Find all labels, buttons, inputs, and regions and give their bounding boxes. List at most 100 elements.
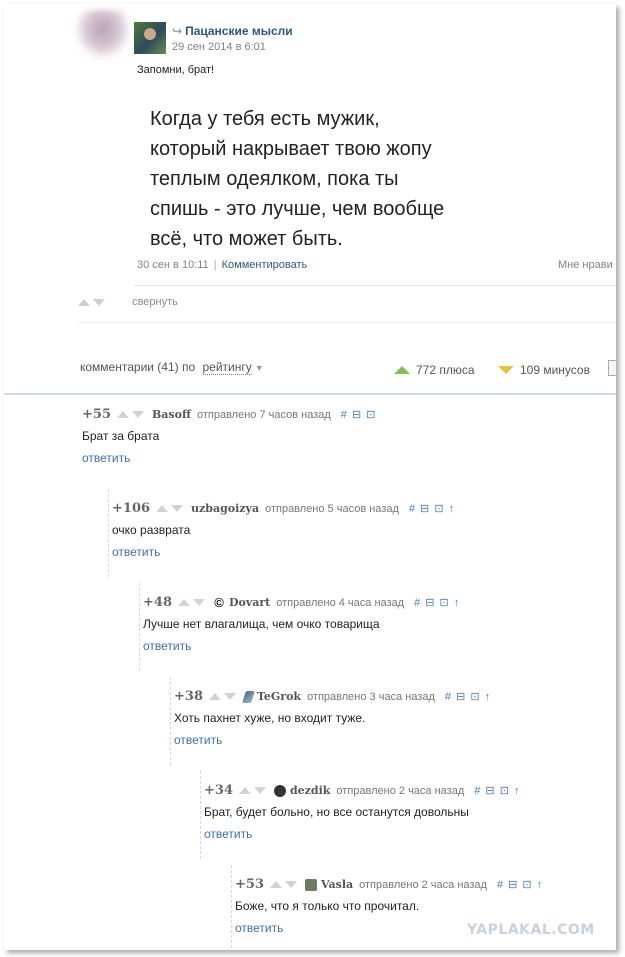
- divider: [78, 322, 616, 323]
- user-icon: [304, 878, 317, 891]
- vote-up-icon[interactable]: [238, 787, 251, 794]
- reply-link[interactable]: ответить: [204, 827, 252, 841]
- minus-label: 109 минусов: [520, 363, 590, 377]
- comment-tools[interactable]: # ⊟ ⊡: [341, 409, 377, 421]
- comment: +38 TeGrok отправлено 3 часа назад # ⊟ ⊡ ↑ …: [170, 677, 604, 765]
- post-date: 29 сен 2014 в 6:01: [172, 41, 266, 53]
- vote-up-icon[interactable]: [116, 411, 129, 418]
- vote-down-icon[interactable]: [284, 881, 297, 888]
- comments-divider: [4, 393, 616, 395]
- watermark-logo: YAPLAKAL.COM: [467, 922, 595, 938]
- comment-score: +55: [82, 407, 111, 422]
- blurred-avatar: [76, 10, 130, 58]
- screenshot-frame: ↪ Пацанские мысли 29 сен 2014 в 6:01 Запо…: [4, 4, 616, 950]
- plus-count: 772 плюса: [394, 363, 475, 377]
- comment-score: +34: [204, 783, 233, 798]
- comment-header: +55 Basoff отправлено 7 часов назад # ⊟ ⊡: [82, 407, 377, 422]
- comment: +48 © Dovart отправлено 4 часа назад # ⊟ ⊡ ↑…: [139, 583, 603, 671]
- group-name-link[interactable]: ↪ Пацанские мысли: [172, 24, 293, 38]
- group-avatar[interactable]: [134, 22, 166, 54]
- comments-count-label: комментарии (41) по: [80, 360, 196, 374]
- comment-time: отправлено 2 часа назад: [336, 784, 465, 797]
- post-meta-time[interactable]: 30 сен в 10:11: [137, 259, 209, 271]
- reply-link[interactable]: ответить: [112, 545, 160, 559]
- thread-line: [108, 489, 109, 577]
- thread-line: [139, 583, 140, 671]
- like-button[interactable]: Мне нрави: [558, 259, 613, 271]
- pen-icon: [242, 690, 255, 703]
- comment-score: +48: [143, 595, 172, 610]
- vote-up-icon[interactable]: [269, 881, 282, 888]
- comment-header: +38 TeGrok отправлено 3 часа назад # ⊟ ⊡ ↑: [174, 689, 491, 704]
- thread-line: [170, 677, 171, 765]
- vote-down-icon[interactable]: [131, 411, 144, 418]
- comment-header: +48 © Dovart отправлено 4 часа назад # ⊟ ⊡ ↑: [143, 594, 460, 610]
- collapse-button[interactable]: свернуть: [132, 296, 178, 308]
- reply-link[interactable]: ответить: [235, 921, 283, 935]
- post-meta: 30 сен в 10:11 | Комментировать: [137, 259, 307, 271]
- comment-tools[interactable]: # ⊟ ⊡ ↑: [409, 503, 455, 515]
- comment-time: отправлено 7 часов назад: [196, 408, 331, 421]
- comment-time: отправлено 4 часа назад: [276, 596, 405, 609]
- comment: +34 dezdik отправлено 2 часа назад # ⊟ ⊡ ↑ …: [200, 771, 604, 859]
- post-quote: Когда у тебя есть мужик, который накрыва…: [150, 108, 445, 250]
- comment-time: отправлено 2 часа назад: [359, 878, 487, 891]
- vote-down-icon[interactable]: [223, 693, 236, 700]
- copyright-icon: ©: [214, 594, 224, 610]
- bookmark-icon[interactable]: [608, 360, 616, 376]
- comment-link[interactable]: Комментировать: [222, 259, 308, 271]
- comment-author[interactable]: Vasla: [321, 878, 353, 891]
- sort-dropdown[interactable]: рейтингу: [202, 360, 252, 375]
- vote-up-icon[interactable]: [78, 298, 90, 306]
- thread-line: [231, 865, 232, 950]
- comments-header: комментарии (41) по рейтингу ▼: [80, 360, 264, 375]
- reply-link[interactable]: ответить: [82, 451, 130, 465]
- comment-score: +53: [235, 877, 264, 892]
- thread-line: [200, 771, 201, 859]
- comment-score: +38: [174, 689, 203, 704]
- vote-up-icon[interactable]: [156, 505, 169, 512]
- comment-text: Брат за брата: [82, 429, 160, 443]
- comment: +106 uzbagoizya отправлено 5 часов назад # …: [108, 489, 602, 577]
- vote-up-icon[interactable]: [208, 693, 221, 700]
- reply-link[interactable]: ответить: [143, 639, 191, 653]
- comment-author[interactable]: TeGrok: [257, 690, 301, 703]
- meta-separator: |: [213, 259, 217, 271]
- user-icon: [273, 784, 286, 797]
- plus-label: 772 плюса: [416, 363, 475, 377]
- comment-header: +34 dezdik отправлено 2 часа назад # ⊟ ⊡ ↑: [204, 783, 520, 798]
- minus-icon: [498, 366, 514, 374]
- comment-header: +106 uzbagoizya отправлено 5 часов назад # …: [112, 501, 455, 516]
- comment: +55 Basoff отправлено 7 часов назад # ⊟ ⊡ Б…: [82, 407, 602, 469]
- comment-time: отправлено 5 часов назад: [265, 502, 399, 515]
- comment-text: Брат, будет больно, но все останутся дов…: [204, 805, 469, 819]
- comment-author[interactable]: uzbagoizya: [191, 502, 259, 515]
- comment-tools[interactable]: # ⊟ ⊡ ↑: [497, 879, 543, 891]
- comment-text: очко разврата: [112, 523, 191, 537]
- comment-author[interactable]: dezdik: [290, 784, 330, 797]
- reply-link[interactable]: ответить: [174, 733, 222, 747]
- comment-text: Хоть пахнет хуже, но входит туже.: [174, 711, 366, 725]
- comment-tools[interactable]: # ⊟ ⊡ ↑: [414, 597, 460, 609]
- vote-down-icon[interactable]: [171, 505, 184, 512]
- comment-header: +53 Vasla отправлено 2 часа назад # ⊟ ⊡ ↑: [235, 877, 543, 892]
- comment-author[interactable]: Basoff: [152, 408, 191, 421]
- collapse-row: свернуть: [78, 296, 178, 308]
- group-name[interactable]: Пацанские мысли: [185, 24, 293, 38]
- vote-up-icon[interactable]: [177, 599, 190, 606]
- comment-score: +106: [112, 501, 151, 516]
- vote-down-icon[interactable]: [93, 298, 105, 306]
- comment-author[interactable]: Dovart: [229, 596, 270, 609]
- vote-down-icon[interactable]: [192, 599, 205, 606]
- chevron-down-icon[interactable]: ▼: [255, 363, 264, 373]
- vote-down-icon[interactable]: [253, 787, 266, 794]
- comment-text: Боже, что я только что прочитал.: [235, 899, 420, 913]
- post-lead-text: Запомни, брат!: [137, 64, 215, 76]
- repost-icon: ↪: [172, 24, 183, 38]
- plus-icon: [394, 366, 410, 374]
- comment-tools[interactable]: # ⊟ ⊡ ↑: [474, 785, 520, 797]
- minus-count: 109 минусов: [498, 363, 590, 377]
- comment-text: Лучше нет влагалища, чем очко товарища: [143, 617, 380, 631]
- comment-time: отправлено 3 часа назад: [307, 690, 435, 703]
- comment-tools[interactable]: # ⊟ ⊡ ↑: [445, 691, 491, 703]
